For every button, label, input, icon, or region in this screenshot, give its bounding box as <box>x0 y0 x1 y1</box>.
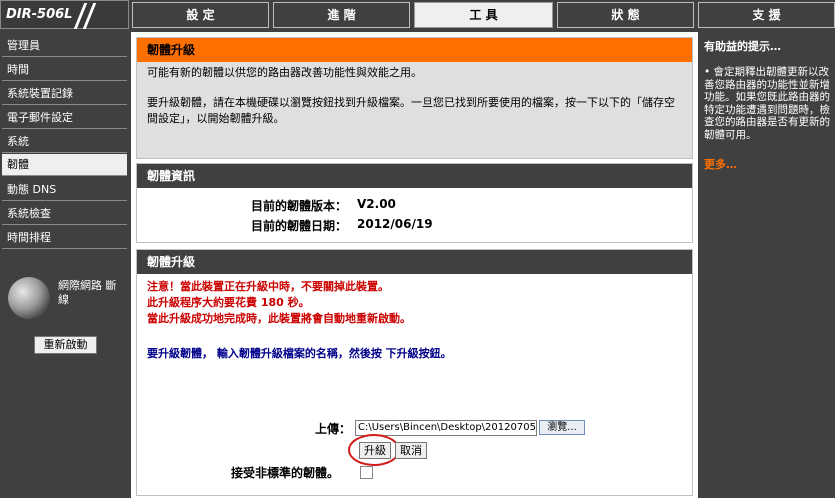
tab-support[interactable]: 支 援 <box>698 2 835 28</box>
sidebar-item-schedules[interactable]: 時間排程 <box>2 227 127 249</box>
sidebar-item-system[interactable]: 系統 <box>2 131 127 153</box>
tab-setup[interactable]: 設 定 <box>132 2 269 28</box>
internet-globe-icon <box>8 277 50 319</box>
more-link[interactable]: 更多… <box>704 156 737 172</box>
help-panel: 有助益的提示… • 會定期釋出韌體更新以改善您路由器的功能性並新增功能。如果您既… <box>700 32 835 498</box>
sidebar-item-syscheck[interactable]: 系統檢查 <box>2 203 127 225</box>
intro-panel: 韌體升級 可能有新的韌體以供您的路由器改善功能性與效能之用。 要升級韌體，請在本… <box>136 37 693 159</box>
version-value: V2.00 <box>357 197 396 211</box>
firmware-file-input[interactable]: C:\Users\Bincen\Desktop\20120705_l <box>355 420 537 436</box>
firmware-upgrade-title: 韌體升級 <box>137 250 692 274</box>
sidebar: 管理員 時間 系統裝置記錄 電子郵件設定 系統 韌體 動態 DNS 系統檢查 時… <box>0 32 129 498</box>
warning-line1: 注意！當此裝置正在升級中時，不要關掉此裝置。 <box>147 280 389 293</box>
tab-tools[interactable]: 工 具 <box>414 2 553 28</box>
sidebar-item-firmware[interactable]: 韌體 <box>2 154 127 176</box>
sidebar-item-ddns[interactable]: 動態 DNS <box>2 179 127 201</box>
reboot-button[interactable]: 重新啟動 <box>34 336 97 354</box>
help-text: • 會定期釋出韌體更新以改善您路由器的功能性並新增功能。如果您既此路由器的特定功… <box>704 66 830 141</box>
intro-line2: 要升級韌體，請在本機硬碟以瀏覽按鈕找到升級檔案。一旦您已找到所要使用的檔案，按一… <box>147 96 675 125</box>
tab-advanced[interactable]: 進 階 <box>273 2 410 28</box>
cancel-button[interactable]: 取消 <box>395 442 427 459</box>
accept-nonstandard-checkbox[interactable] <box>360 466 373 479</box>
browse-button[interactable]: 瀏覽... <box>539 420 585 435</box>
date-value: 2012/06/19 <box>357 217 433 231</box>
top-nav: 設 定 進 階 工 具 狀 態 支 援 <box>129 0 835 30</box>
warning-line3: 當此升級成功地完成時，此裝置將會自動地重新啟動。 <box>147 312 411 325</box>
upgrade-instruction: 要升級韌體， 輸入韌體升級檔案的名稱，然後按 下升級按鈕。 <box>147 347 452 360</box>
accept-nonstandard-label: 接受非標準的韌體。 <box>231 466 340 480</box>
upgrade-button[interactable]: 升級 <box>359 442 391 459</box>
intro-title: 韌體升級 <box>137 38 692 62</box>
brand-logo: DIR-506L <box>0 0 129 29</box>
model-name: DIR-506L <box>6 7 73 22</box>
version-label: 目前的韌體版本： <box>251 199 348 213</box>
sidebar-item-time[interactable]: 時間 <box>2 59 127 81</box>
sidebar-item-syslog[interactable]: 系統裝置記錄 <box>2 83 127 105</box>
warning-line2: 此升級程序大約要花費 180 秒。 <box>147 296 310 309</box>
help-title: 有助益的提示… <box>704 40 781 53</box>
intro-line1: 可能有新的韌體以供您的路由器改善功能性與效能之用。 <box>147 66 422 79</box>
firmware-info-panel: 韌體資訊 目前的韌體版本： V2.00 目前的韌體日期： 2012/06/19 <box>136 163 693 243</box>
firmware-upgrade-panel: 韌體升級 注意！當此裝置正在升級中時，不要關掉此裝置。 此升級程序大約要花費 1… <box>136 249 693 496</box>
date-label: 目前的韌體日期： <box>251 219 348 233</box>
firmware-info-title: 韌體資訊 <box>137 164 692 188</box>
sidebar-item-admin[interactable]: 管理員 <box>2 35 127 57</box>
tab-status[interactable]: 狀 態 <box>557 2 694 28</box>
sidebar-item-email[interactable]: 電子郵件設定 <box>2 107 127 129</box>
internet-status-label: 網際網路 斷線 <box>58 279 117 306</box>
upload-label: 上傳： <box>315 422 352 436</box>
main-content: 韌體升級 可能有新的韌體以供您的路由器改善功能性與效能之用。 要升級韌體，請在本… <box>131 32 698 498</box>
